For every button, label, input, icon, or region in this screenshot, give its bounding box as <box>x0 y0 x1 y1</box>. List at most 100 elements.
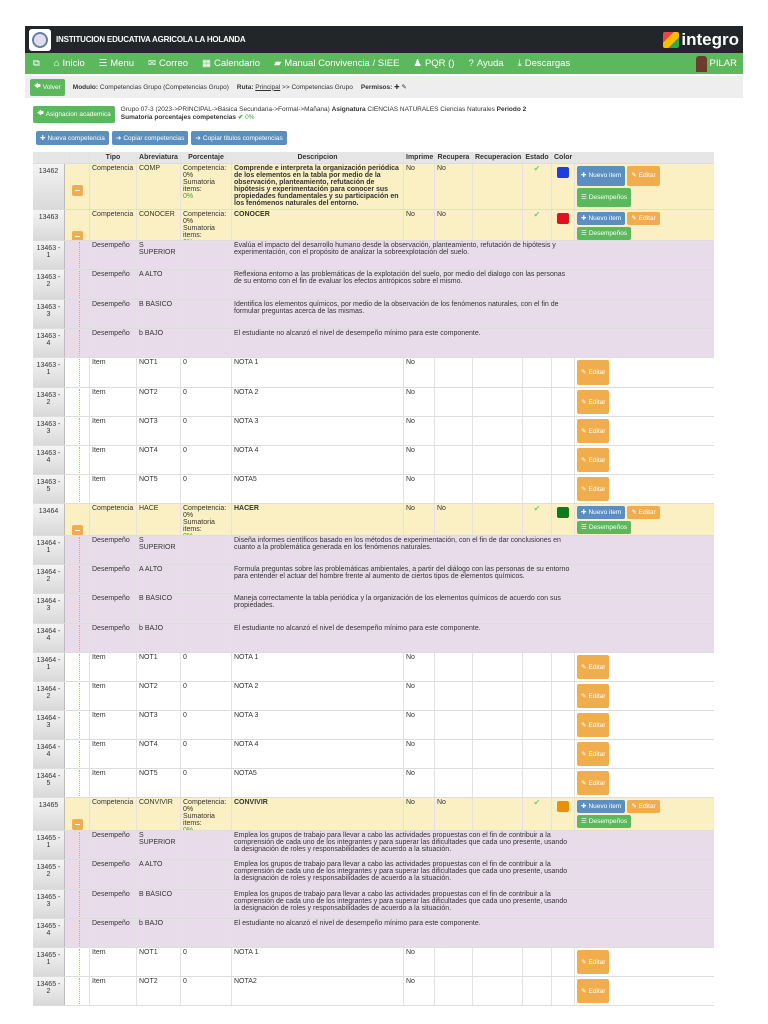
status-cell <box>523 711 552 739</box>
item-row: 13464 - 5 Item NOT5 0 NOTA5 No ✎ Editar <box>33 769 714 798</box>
edit-button[interactable]: ✎ Editar <box>577 448 610 472</box>
performances-button[interactable]: ☰ Desempeños <box>577 521 632 534</box>
edit-button[interactable]: ✎ Editar <box>577 419 610 443</box>
nav-menu[interactable]: ☰ Menu <box>99 58 134 69</box>
performance-row: 13465 - 2 Desempeño A ALTO Emplea los grupo… <box>33 860 714 890</box>
minus-icon[interactable] <box>71 185 83 196</box>
arrow-right-icon: ➜ <box>115 135 122 142</box>
description-cell: NOTA 1 <box>232 358 404 387</box>
edit-button[interactable]: ✎ Editar <box>577 979 610 1003</box>
recovers-cell <box>435 682 473 710</box>
edit-button[interactable]: ✎ Editar <box>577 950 610 974</box>
minus-icon[interactable] <box>71 525 83 535</box>
assignment-info: 🡄 Asignacion academica Grupo 07-3 (2023->… <box>33 106 526 123</box>
description-cell: NOTA 4 <box>232 740 404 768</box>
description-cell: CONOCER <box>232 210 404 240</box>
sum-label: Sumatoria items: <box>183 179 215 193</box>
copy-competences-button[interactable]: ➜ Copiar competencias <box>111 131 189 145</box>
competences-table: Tipo Abreviatura Porcentaje Descripcion Impr… <box>33 152 714 1006</box>
collapse-toggle[interactable] <box>65 504 90 535</box>
percentage-cell <box>181 860 232 889</box>
button-label: Editar <box>638 509 656 516</box>
row-id: 13465 - 2 <box>33 860 65 889</box>
nav-pqr[interactable]: ♟ PQR () <box>413 58 454 69</box>
performances-button[interactable]: ☰ Desempeños <box>577 815 632 828</box>
tree-line <box>65 270 90 299</box>
color-cell <box>552 948 575 976</box>
back-button[interactable]: 🡄 Volver <box>30 78 65 96</box>
nav-descargas[interactable]: ⤓ Descargas <box>518 58 571 69</box>
tree-line <box>65 241 90 269</box>
prints-cell: No <box>404 475 435 503</box>
plus-icon: ✚ <box>394 84 400 91</box>
percentage-cell: 0 <box>181 358 232 387</box>
new-item-button[interactable]: ✚ Nuevo item <box>577 212 626 225</box>
edit-button[interactable]: ✎ Editar <box>577 360 610 385</box>
actions-cell: ✚ Nuevo item ✎ Editar ☰ Desempeños <box>575 504 714 535</box>
nav-inicio[interactable]: ⌂ Inicio <box>54 58 85 69</box>
percentage-cell <box>181 300 232 328</box>
abbreviation-cell: NOT1 <box>137 358 181 387</box>
tree-line <box>65 388 90 416</box>
recovery-cell <box>473 164 523 209</box>
edit-button[interactable]: ✎ Editar <box>627 166 660 186</box>
edit-button[interactable]: ✎ Editar <box>627 212 660 225</box>
edit-button[interactable]: ✎ Editar <box>577 684 610 708</box>
edit-button[interactable]: ✎ Editar <box>627 506 660 519</box>
collapse-toggle[interactable] <box>65 798 90 830</box>
tree-line <box>65 300 90 328</box>
percentage-cell <box>181 831 232 859</box>
route-link[interactable]: Principal <box>255 84 280 91</box>
nav-calendario[interactable]: ▦ Calendario <box>202 58 260 69</box>
prints-cell: No <box>404 682 435 710</box>
percentage-cell: 0 <box>181 711 232 739</box>
recovers-cell <box>435 977 473 1005</box>
recovers-cell <box>435 388 473 416</box>
edit-button[interactable]: ✎ Editar <box>577 771 610 795</box>
edit-button[interactable]: ✎ Editar <box>577 742 610 766</box>
performances-button[interactable]: ☰ Desempeños <box>577 227 632 240</box>
performance-row: 13463 - 4 Desempeño b BAJO El estudiante no… <box>33 329 714 358</box>
status-cell <box>523 653 552 681</box>
pencil-icon: ✎ <box>581 456 587 464</box>
recovery-cell <box>473 977 523 1005</box>
abbreviation-cell: NOT1 <box>137 948 181 976</box>
nav-manual[interactable]: ▰ Manual Convivencia / SIEE <box>274 58 399 69</box>
new-competence-button[interactable]: ✚ Nueva competencia <box>36 131 109 145</box>
type-cell: Item <box>90 446 137 474</box>
tree-connector <box>79 920 87 946</box>
copy-titles-button[interactable]: ➜ Copiar titulos competencias <box>191 131 287 145</box>
user-menu[interactable]: PILAR <box>695 55 737 72</box>
nav-correo[interactable]: ✉ Correo <box>148 58 188 69</box>
pct-value: 0% <box>183 512 194 519</box>
minus-icon[interactable] <box>71 231 83 240</box>
brand-logo[interactable]: integro <box>663 30 739 50</box>
type-cell: Item <box>90 711 137 739</box>
edit-button[interactable]: ✎ Editar <box>577 713 610 737</box>
edit-button[interactable]: ✎ Editar <box>577 390 610 414</box>
recovery-cell <box>473 682 523 710</box>
edit-button[interactable]: ✎ Editar <box>577 477 610 501</box>
new-item-button[interactable]: ✚ Nuevo item <box>577 166 626 186</box>
nav-ayuda[interactable]: ? Ayuda <box>469 58 504 69</box>
edit-button[interactable]: ✎ Editar <box>627 800 660 813</box>
status-cell <box>523 769 552 797</box>
column-header: Recupera <box>435 152 473 163</box>
period: Periodo 2 <box>496 106 527 113</box>
sum-label: Sumatoria porcentajes competencias <box>120 114 237 121</box>
prints-cell: No <box>404 417 435 445</box>
edit-button[interactable]: ✎ Editar <box>577 655 610 679</box>
new-item-button[interactable]: ✚ Nuevo item <box>577 800 626 813</box>
windows-icon[interactable]: ⧉ <box>33 58 40 69</box>
route-label: Ruta: <box>236 83 254 91</box>
academic-assignment-button[interactable]: 🡄 Asignacion academica <box>33 106 115 123</box>
new-item-button[interactable]: ✚ Nuevo item <box>577 506 626 519</box>
collapse-toggle[interactable] <box>65 210 90 240</box>
type-cell: Desempeño <box>90 624 137 652</box>
collapse-toggle[interactable] <box>65 164 90 209</box>
button-label: Nuevo item <box>588 215 622 222</box>
button-label: Nuevo item <box>588 509 622 516</box>
performances-button[interactable]: ☰ Desempeños <box>577 187 632 207</box>
minus-icon[interactable] <box>71 819 83 830</box>
tree-line <box>65 711 90 739</box>
